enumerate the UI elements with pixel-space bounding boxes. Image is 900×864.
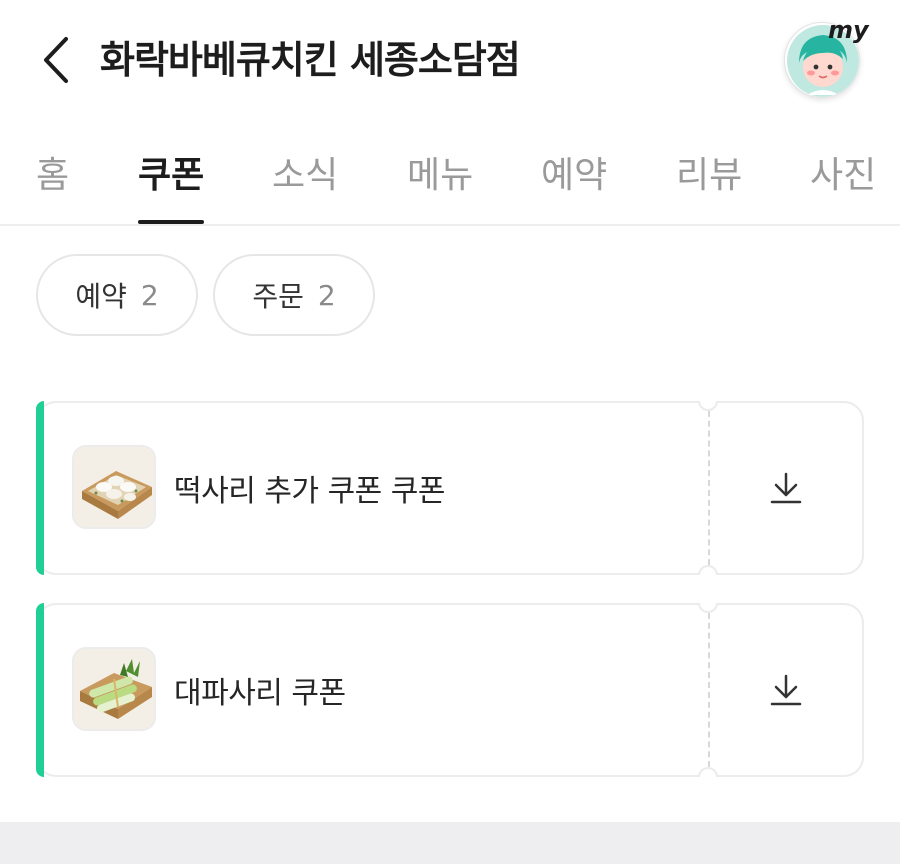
header: 화락바베큐치킨 세종소담점 my xyxy=(0,0,900,122)
green-onion-dish-icon xyxy=(74,649,154,729)
chip-count: 2 xyxy=(317,278,336,312)
tab-news[interactable]: 소식 xyxy=(272,146,338,224)
section-divider xyxy=(0,822,900,864)
coupon-download-button[interactable] xyxy=(708,603,864,777)
ticket-notch xyxy=(698,767,718,777)
coupon-card: 대파사리 쿠폰 xyxy=(36,603,864,777)
tab-bar: 홈 쿠폰 소식 메뉴 예약 리뷰 사진 xyxy=(0,122,900,226)
back-button[interactable] xyxy=(30,30,80,90)
coupon-accent-bar xyxy=(36,603,44,777)
tab-photo[interactable]: 사진 xyxy=(810,146,876,224)
chevron-left-icon xyxy=(44,37,68,83)
tab-label: 소식 xyxy=(272,155,339,196)
tab-label: 사진 xyxy=(810,155,877,196)
tab-label: 리뷰 xyxy=(676,155,743,196)
rice-cake-dish-icon xyxy=(74,447,154,527)
my-page-button[interactable]: my xyxy=(782,16,869,102)
tab-label: 메뉴 xyxy=(407,155,474,196)
coupon-thumbnail xyxy=(72,647,156,731)
page-title: 화락바베큐치킨 세종소담점 xyxy=(100,38,521,82)
active-tab-underline xyxy=(138,220,205,224)
tab-label: 홈 xyxy=(36,155,70,196)
coupon-thumbnail xyxy=(72,445,156,529)
tab-label: 예약 xyxy=(541,155,608,196)
download-icon xyxy=(770,674,802,706)
coupon-accent-bar xyxy=(36,401,44,575)
tab-reservation[interactable]: 예약 xyxy=(541,146,607,224)
tab-home[interactable]: 홈 xyxy=(36,146,69,224)
coupon-name: 대파사리 쿠폰 xyxy=(174,676,346,711)
tab-label: 쿠폰 xyxy=(138,155,205,196)
ticket-notch xyxy=(698,401,718,411)
tab-menu[interactable]: 메뉴 xyxy=(407,146,473,224)
download-icon xyxy=(770,472,802,504)
chip-label: 주문 xyxy=(252,280,304,313)
filter-chip-reservation[interactable]: 예약 2 xyxy=(36,254,198,336)
coupon-download-button[interactable] xyxy=(708,401,864,575)
my-label: my xyxy=(828,16,869,44)
ticket-notch xyxy=(698,603,718,613)
filter-chip-order[interactable]: 주문 2 xyxy=(213,254,375,336)
chip-label: 예약 xyxy=(75,280,127,313)
tab-coupon[interactable]: 쿠폰 xyxy=(138,146,205,224)
tab-review[interactable]: 리뷰 xyxy=(676,146,742,224)
ticket-notch xyxy=(698,565,718,575)
chip-count: 2 xyxy=(140,278,159,312)
coupon-name: 떡사리 추가 쿠폰 쿠폰 xyxy=(174,474,446,509)
coupon-card: 떡사리 추가 쿠폰 쿠폰 xyxy=(36,401,864,575)
